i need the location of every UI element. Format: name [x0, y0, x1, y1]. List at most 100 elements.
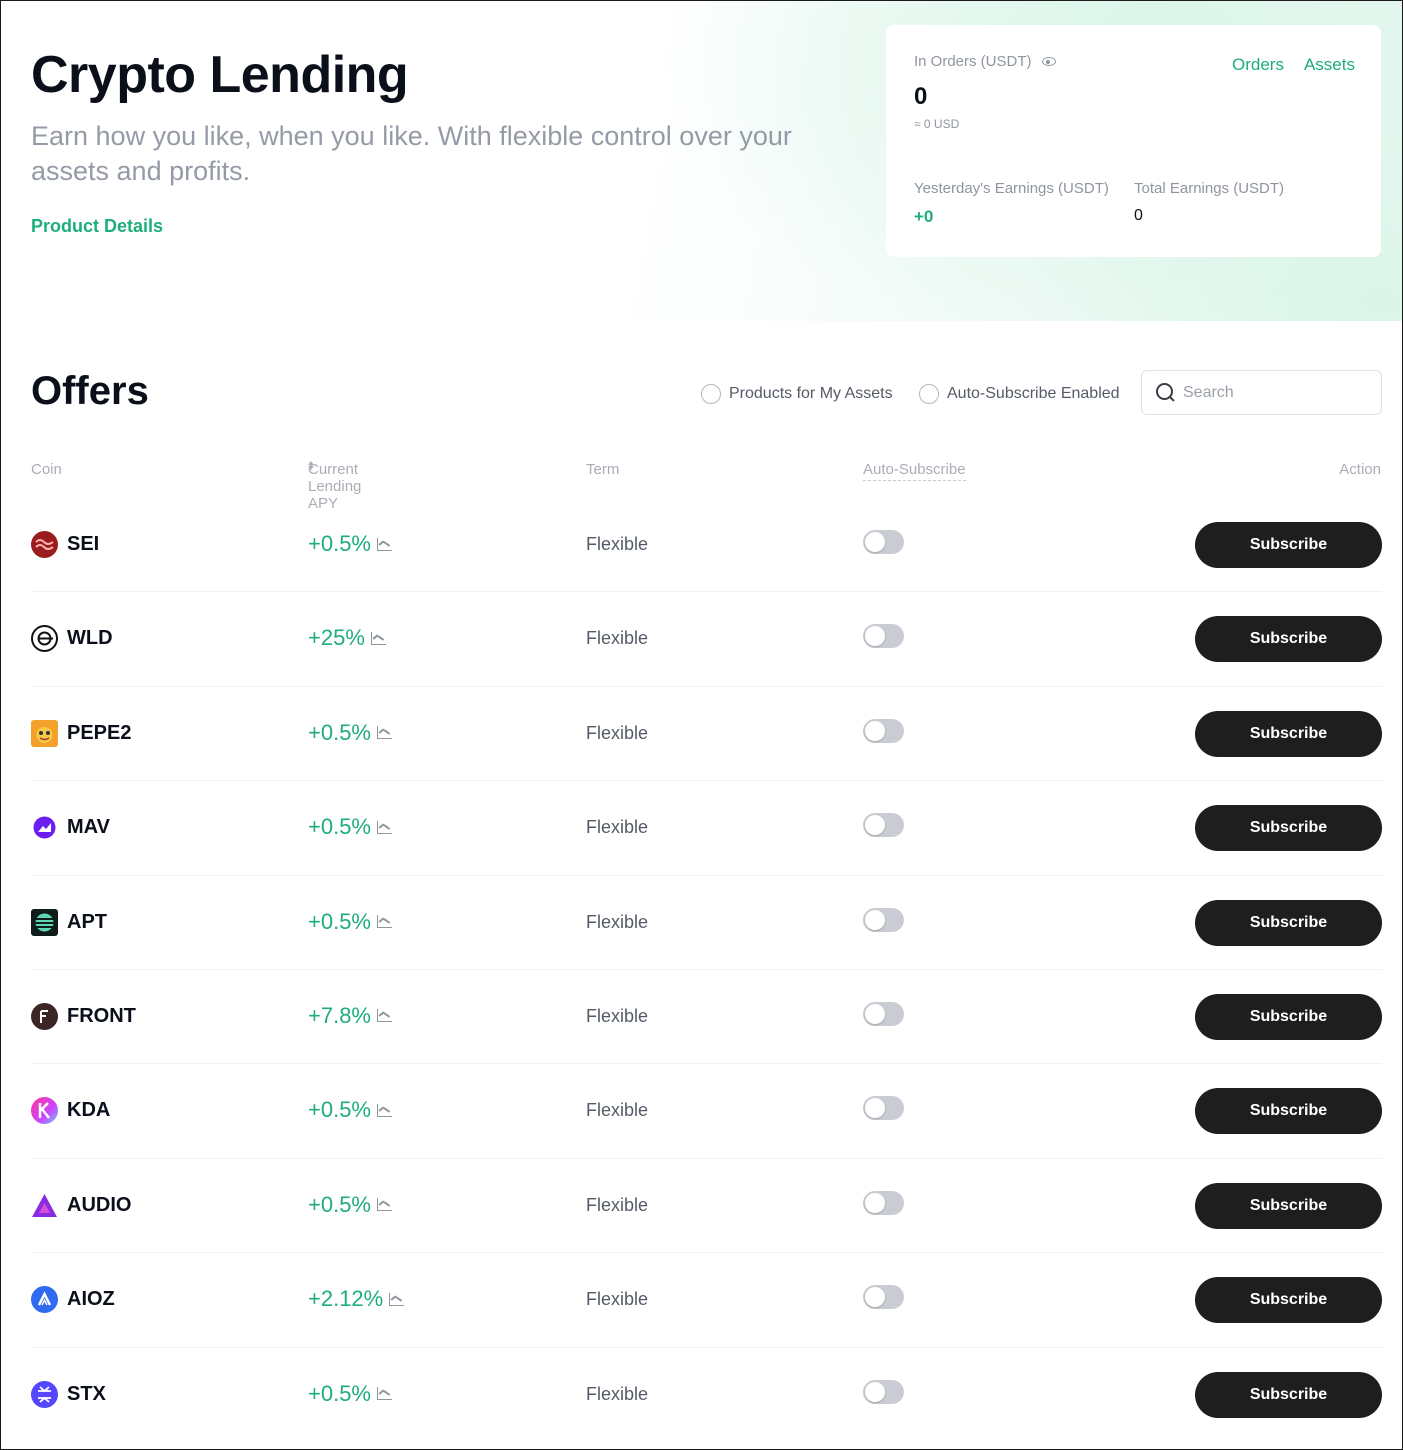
chart-icon[interactable]	[389, 1292, 405, 1306]
auto-subscribe-toggle[interactable]	[863, 624, 904, 649]
auto-subscribe-toggle[interactable]	[863, 718, 904, 743]
header-term: Term	[586, 461, 620, 478]
subscribe-button[interactable]: Subscribe	[1195, 616, 1382, 663]
coin-cell: APT	[31, 908, 107, 936]
assets-link[interactable]: Assets	[1304, 55, 1355, 75]
table-row: AIOZ +2.12% Flexible Subscribe	[31, 1253, 1382, 1348]
subscribe-button[interactable]: Subscribe	[1195, 710, 1382, 757]
radio-icon[interactable]	[919, 384, 939, 404]
coin-cell: STX	[31, 1380, 106, 1408]
apy-value: +25%	[308, 625, 365, 651]
term-value: Flexible	[586, 1194, 649, 1215]
product-details-link[interactable]: Product Details	[31, 216, 163, 237]
coin-name: FRONT	[67, 1004, 136, 1027]
subscribe-button[interactable]: Subscribe	[1195, 1371, 1382, 1418]
coin-cell: AIOZ	[31, 1286, 115, 1314]
page-subtitle: Earn how you like, when you like. With f…	[31, 121, 792, 186]
apt-logo	[31, 908, 58, 936]
apy-cell: +0.5%	[308, 909, 392, 935]
yesterday-earnings-label: Yesterday's Earnings (USDT)	[914, 180, 1109, 197]
apy-cell: +0.5%	[308, 1097, 392, 1123]
table-row: PEPE2 +0.5% Flexible Subscribe	[31, 687, 1382, 782]
total-earnings-value: 0	[1134, 207, 1143, 224]
auto-subscribe-toggle[interactable]	[863, 1379, 904, 1404]
table-row: MAV +0.5% Flexible Subscribe	[31, 781, 1382, 876]
header-action: Action	[1339, 461, 1381, 478]
table-row: AUDIO +0.5% Flexible Subscribe	[31, 1159, 1382, 1254]
eye-icon[interactable]	[1041, 57, 1056, 66]
filter-auto-subscribe[interactable]: Auto-Subscribe Enabled	[919, 384, 1120, 404]
hero-banner: Crypto Lending Earn how you like, when y…	[1, 1, 1402, 321]
pepe2-logo	[31, 719, 58, 747]
auto-subscribe-toggle[interactable]	[863, 1096, 904, 1121]
chart-icon[interactable]	[377, 1387, 392, 1401]
term-value: Flexible	[586, 817, 649, 838]
apy-value: +0.5%	[308, 1380, 371, 1406]
coin-name: PEPE2	[67, 721, 132, 744]
apy-value: +0.5%	[308, 1191, 371, 1217]
chart-icon[interactable]	[377, 915, 392, 929]
offers-title: Offers	[31, 369, 149, 413]
coin-cell: PEPE2	[31, 719, 132, 747]
filter-my-assets-label: Products for My Assets	[729, 385, 893, 402]
coin-name: APT	[67, 910, 107, 933]
apy-value: +0.5%	[308, 1097, 371, 1123]
filter-my-assets[interactable]: Products for My Assets	[701, 384, 893, 404]
coin-name: SEI	[67, 533, 100, 555]
apy-value: +2.12%	[308, 1286, 384, 1312]
chart-icon[interactable]	[377, 1198, 392, 1212]
table-row: KDA +0.5% Flexible Subscribe	[31, 1064, 1382, 1159]
coin-name: AIOZ	[67, 1288, 115, 1311]
coin-name: KDA	[67, 1099, 111, 1122]
apy-cell: +0.5%	[308, 814, 392, 840]
orders-link[interactable]: Orders	[1232, 55, 1284, 75]
front-logo	[31, 1002, 58, 1030]
search-box[interactable]	[1141, 370, 1382, 415]
header-coin: Coin	[31, 461, 62, 478]
header-auto-subscribe[interactable]: Auto-Subscribe	[863, 461, 966, 481]
subscribe-button[interactable]: Subscribe	[1195, 899, 1382, 946]
chart-icon[interactable]	[377, 726, 392, 740]
filter-auto-subscribe-label: Auto-Subscribe Enabled	[947, 385, 1120, 402]
radio-icon[interactable]	[701, 384, 721, 404]
offers-table-body: SEI +0.5% Flexible Subscribe WLD +25% Fl…	[31, 498, 1382, 1442]
subscribe-button[interactable]: Subscribe	[1195, 993, 1382, 1040]
sort-icon[interactable]	[308, 461, 314, 470]
page-title: Crypto Lending	[31, 46, 409, 104]
chart-icon[interactable]	[377, 1009, 392, 1023]
chart-icon[interactable]	[377, 1103, 392, 1117]
apy-cell: +2.12%	[308, 1286, 405, 1312]
auto-subscribe-toggle[interactable]	[863, 813, 904, 838]
auto-subscribe-toggle[interactable]	[863, 530, 904, 554]
subscribe-button[interactable]: Subscribe	[1195, 1182, 1382, 1229]
apy-value: +7.8%	[308, 1002, 371, 1028]
term-value: Flexible	[586, 534, 649, 554]
audio-logo	[31, 1192, 58, 1219]
auto-subscribe-toggle[interactable]	[863, 1001, 904, 1026]
table-row: STX +0.5% Flexible Subscribe	[31, 1348, 1382, 1442]
search-input[interactable]	[1183, 383, 1363, 402]
auto-subscribe-toggle[interactable]	[863, 1285, 904, 1310]
subscribe-button[interactable]: Subscribe	[1195, 1088, 1382, 1135]
aioz-logo	[31, 1286, 58, 1314]
apy-cell: +0.5%	[308, 1192, 392, 1218]
chart-icon[interactable]	[377, 537, 392, 551]
coin-cell: WLD	[31, 625, 113, 653]
chart-icon[interactable]	[377, 820, 392, 834]
table-row: WLD +25% Flexible Subscribe	[31, 592, 1382, 687]
apy-cell: +0.5%	[308, 720, 392, 746]
subscribe-button[interactable]: Subscribe	[1195, 1277, 1382, 1324]
term-value: Flexible	[586, 1100, 649, 1121]
subscribe-button[interactable]: Subscribe	[1195, 805, 1382, 852]
sei-logo	[31, 531, 58, 558]
yesterday-earnings-value: +0	[914, 207, 934, 226]
apy-value: +0.5%	[308, 719, 371, 745]
auto-subscribe-toggle[interactable]	[863, 907, 904, 932]
in-orders-usd: ≈ 0 USD	[914, 117, 960, 131]
subscribe-button[interactable]: Subscribe	[1195, 522, 1382, 568]
wld-logo	[31, 625, 58, 653]
apy-value: +0.5%	[308, 814, 371, 840]
mav-logo	[31, 814, 58, 842]
chart-icon[interactable]	[370, 631, 386, 645]
auto-subscribe-toggle[interactable]	[863, 1190, 904, 1215]
